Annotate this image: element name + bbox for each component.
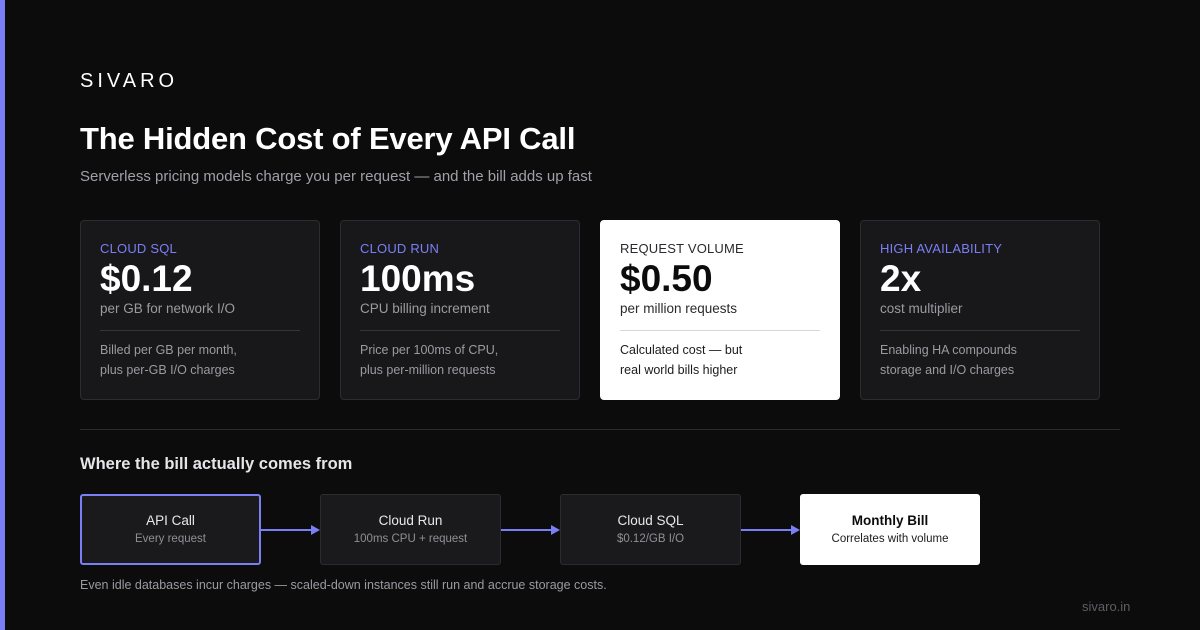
flow-node-subtitle: Correlates with volume — [831, 533, 949, 545]
stat-card-high-availability: HIGH AVAILABILITY 2x cost multiplier Ena… — [860, 220, 1100, 400]
flow-node-subtitle: Every request — [135, 533, 206, 545]
flow-node-title: API Call — [146, 513, 195, 528]
brand-logo: SIVARO — [80, 70, 179, 92]
stat-card-note-line: Calculated cost — but — [620, 343, 743, 357]
stat-card-unit: cost multiplier — [880, 301, 963, 316]
flow-node-api-call: API Call Every request — [80, 494, 261, 565]
stat-card-divider — [620, 330, 820, 331]
flow-arrow-icon — [261, 525, 320, 535]
flow-node-cloud-sql: Cloud SQL $0.12/GB I/O — [560, 494, 741, 565]
page-title: The Hidden Cost of Every API Call — [80, 121, 576, 156]
flow-arrow-icon — [501, 525, 560, 535]
flow-node-monthly-bill: Monthly Bill Correlates with volume — [800, 494, 980, 565]
flow-section-title: Where the bill actually comes from — [80, 455, 353, 473]
flow-node-cloud-run: Cloud Run 100ms CPU + request — [320, 494, 501, 565]
section-divider — [80, 429, 1120, 430]
cost-flow-diagram: API Call Every request Cloud Run 100ms C… — [80, 494, 980, 566]
footnote: Even idle databases incur charges — scal… — [80, 578, 607, 592]
flow-node-title: Cloud Run — [378, 513, 443, 528]
flow-node-subtitle: 100ms CPU + request — [353, 533, 468, 545]
stat-card-note-line: Enabling HA compounds — [880, 343, 1017, 357]
flow-node-title: Cloud SQL — [617, 513, 684, 528]
stat-card-cloud-run: CLOUD RUN 100ms CPU billing increment Pr… — [340, 220, 580, 400]
flow-arrow-icon — [741, 525, 800, 535]
stat-card-note-line: Billed per GB per month, — [100, 343, 237, 357]
stat-card-cloud-sql: CLOUD SQL $0.12 per GB for network I/O B… — [80, 220, 320, 400]
stat-card-divider — [880, 330, 1080, 331]
flow-node-title: Monthly Bill — [851, 513, 929, 528]
stat-card-note-line: Price per 100ms of CPU, — [360, 343, 499, 357]
stat-card-request-volume: REQUEST VOLUME $0.50 per million request… — [600, 220, 840, 400]
accent-bar — [0, 0, 5, 630]
stat-card-label: REQUEST VOLUME — [620, 241, 744, 256]
stat-card-note: Price per 100ms of CPU, plus per-million… — [360, 340, 560, 380]
stat-cards: CLOUD SQL $0.12 per GB for network I/O B… — [80, 220, 1100, 400]
stat-card-unit: per million requests — [620, 301, 738, 316]
stat-card-label: CLOUD RUN — [360, 241, 440, 256]
stat-card-unit: per GB for network I/O — [100, 301, 236, 316]
stat-card-divider — [360, 330, 560, 331]
stat-card-value: 2x — [880, 258, 922, 299]
stat-card-value: $0.12 — [100, 258, 193, 299]
stat-card-note-line: plus per-million requests — [360, 363, 496, 377]
stat-card-divider — [100, 330, 300, 331]
stat-card-value: $0.50 — [620, 258, 713, 299]
stat-card-note-line: real world bills higher — [620, 363, 738, 377]
stat-card-label: HIGH AVAILABILITY — [880, 241, 1003, 256]
stat-card-label: CLOUD SQL — [100, 241, 177, 256]
flow-node-subtitle: $0.12/GB I/O — [616, 533, 685, 545]
stat-card-note: Calculated cost — but real world bills h… — [620, 340, 820, 380]
stat-card-note-line: plus per-GB I/O charges — [100, 363, 235, 377]
stat-card-note-line: storage and I/O charges — [880, 363, 1015, 377]
site-url: sivaro.in — [1082, 599, 1131, 614]
page-subtitle: Serverless pricing models charge you per… — [80, 168, 592, 185]
stat-card-value: 100ms — [360, 258, 476, 299]
stat-card-note: Enabling HA compounds storage and I/O ch… — [880, 340, 1080, 380]
stat-card-unit: CPU billing increment — [360, 301, 490, 316]
stat-card-note: Billed per GB per month, plus per-GB I/O… — [100, 340, 300, 380]
